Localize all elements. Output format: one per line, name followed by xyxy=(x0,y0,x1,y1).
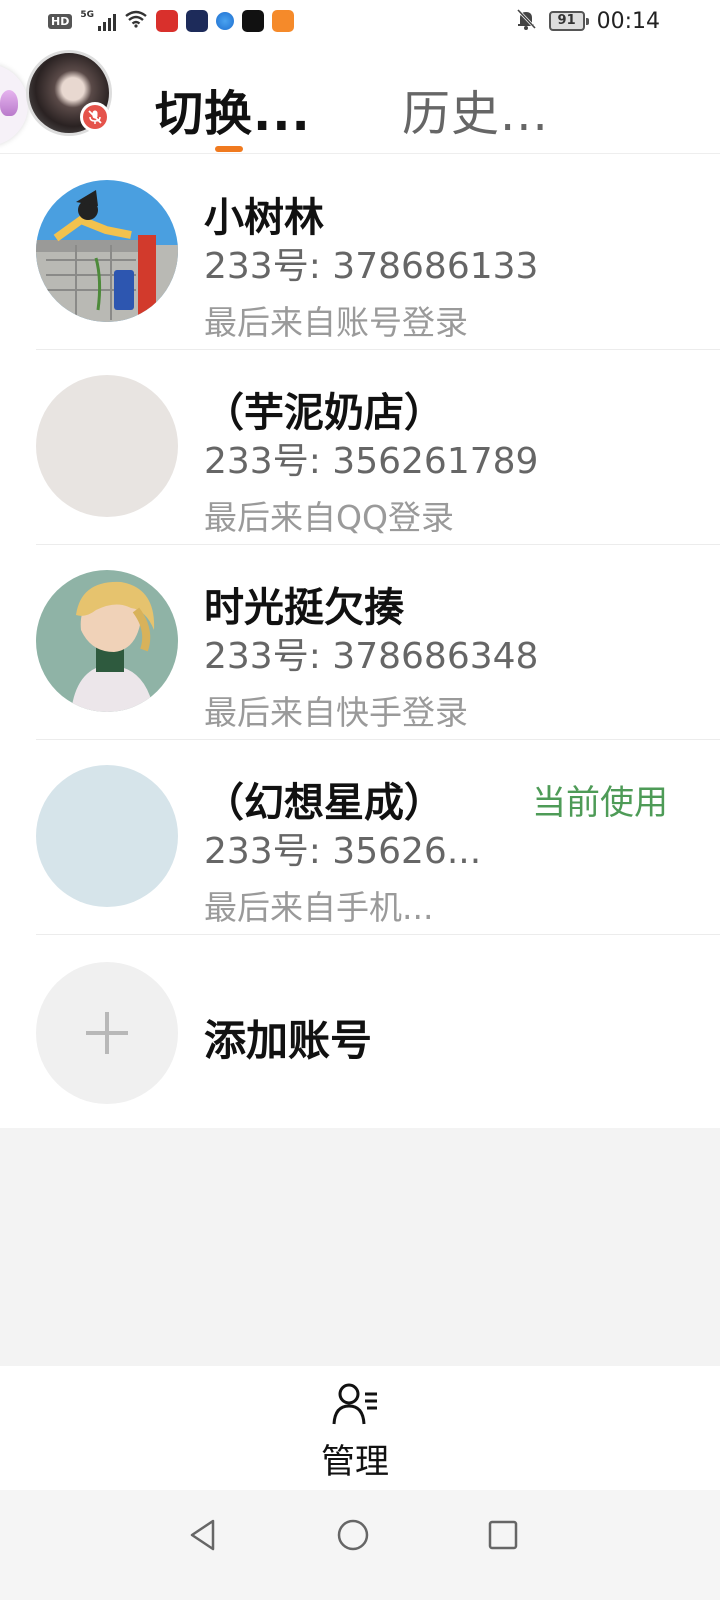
account-id-label: 233号: xyxy=(204,246,333,287)
account-id: 233号: 35626... xyxy=(204,822,481,874)
status-bar: HD 5G 91 00:14 xyxy=(0,0,720,46)
manage-button[interactable]: 管理 xyxy=(300,1382,410,1482)
tiktok-app-icon xyxy=(242,10,264,32)
account-id: 233号: 378686133 xyxy=(204,237,538,289)
video-app-icon xyxy=(272,10,294,32)
account-name: 时光挺欠揍 xyxy=(204,585,404,631)
account-name: （芋泥奶店） xyxy=(204,390,444,436)
account-avatar xyxy=(36,180,178,322)
account-id-value: 356261789 xyxy=(332,441,539,482)
account-id-label: 233号: xyxy=(204,636,333,677)
add-account-label: 添加账号 xyxy=(204,1016,373,1065)
last-login-source: 最后来自快手登录 xyxy=(204,693,468,732)
mic-off-icon xyxy=(80,102,110,132)
account-row-current[interactable]: （幻想星成） 当前使用 233号: 35626... 最后来自手机... xyxy=(0,740,720,935)
system-nav-bar xyxy=(0,1490,720,1600)
account-list: 小树林 233号: 378686133 最后来自账号登录 （芋泥奶店） 233号… xyxy=(0,155,720,1130)
account-id-label: 233号: xyxy=(204,441,333,482)
account-id-value: 378686133 xyxy=(332,246,539,287)
browser-app-icon xyxy=(216,12,234,30)
last-login-source: 最后来自账号登录 xyxy=(204,303,468,342)
robot-app-icon xyxy=(186,10,208,32)
side-floating-icon[interactable] xyxy=(0,64,28,146)
network-type: 5G xyxy=(80,10,94,20)
add-account-button[interactable]: 添加账号 xyxy=(0,935,720,1130)
account-avatar xyxy=(36,375,178,517)
status-left: HD 5G xyxy=(48,10,294,32)
plus-icon xyxy=(36,962,178,1104)
recents-icon[interactable] xyxy=(480,1512,526,1558)
user-list-icon xyxy=(331,1382,379,1430)
manage-label: 管理 xyxy=(321,1442,389,1482)
empty-area xyxy=(0,1128,720,1366)
account-id-label: 233号: xyxy=(204,831,333,872)
tab-indicator xyxy=(215,146,243,152)
bell-off-icon xyxy=(515,8,537,34)
current-account-badge: 当前使用 xyxy=(532,783,668,823)
tab-switch-account[interactable]: 切换... xyxy=(155,74,311,144)
home-icon[interactable] xyxy=(330,1512,376,1558)
status-right: 91 00:14 xyxy=(515,8,660,34)
account-avatar xyxy=(36,570,178,712)
account-id-value: 35626... xyxy=(332,831,482,872)
header: 切换... 历史... xyxy=(0,46,720,154)
wifi-icon xyxy=(124,10,148,32)
account-row[interactable]: 时光挺欠揍 233号: 378686348 最后来自快手登录 xyxy=(0,545,720,740)
last-login-source: 最后来自手机... xyxy=(204,888,434,927)
account-id-value: 378686348 xyxy=(332,636,539,677)
app-root: HD 5G 91 00:14 切换... 历史... 小树林 233号: 378… xyxy=(0,0,720,1600)
account-row[interactable]: 小树林 233号: 378686133 最后来自账号登录 xyxy=(0,155,720,350)
account-id: 233号: 356261789 xyxy=(204,432,538,484)
bottom-action-bar: 管理 xyxy=(0,1366,720,1490)
last-login-source: 最后来自QQ登录 xyxy=(204,498,454,537)
account-avatar xyxy=(36,765,178,907)
hd-indicator: HD xyxy=(48,13,73,29)
mic-app-icon xyxy=(156,10,178,32)
back-icon[interactable] xyxy=(180,1512,226,1558)
account-row[interactable]: （芋泥奶店） 233号: 356261789 最后来自QQ登录 xyxy=(0,350,720,545)
account-name: 小树林 xyxy=(204,195,324,241)
account-name: （幻想星成） xyxy=(204,780,444,826)
clock: 00:14 xyxy=(596,8,660,34)
battery-icon: 91 xyxy=(548,11,589,31)
tab-history[interactable]: 历史... xyxy=(402,74,549,144)
account-id: 233号: 378686348 xyxy=(204,627,538,679)
signal-icon xyxy=(98,11,116,31)
